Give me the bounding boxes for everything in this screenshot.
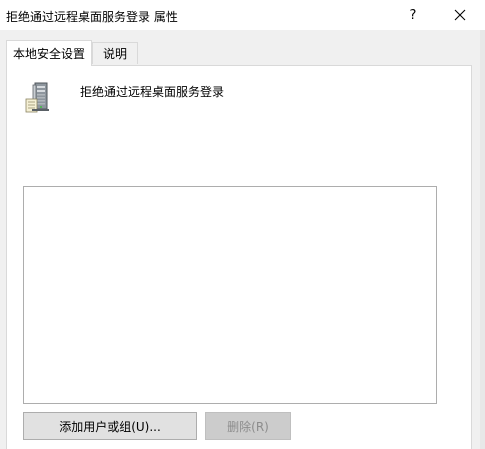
- close-button[interactable]: [440, 0, 480, 30]
- members-listbox[interactable]: [23, 186, 437, 404]
- tab-panel-local-security-setting: 拒绝通过远程桌面服务登录 添加用户或组(U)... 删除(R): [6, 65, 472, 449]
- title-bar[interactable]: 拒绝通过远程桌面服务登录 属性 ?: [0, 0, 485, 30]
- close-icon: [454, 9, 466, 21]
- add-user-or-group-button[interactable]: 添加用户或组(U)...: [23, 412, 197, 440]
- help-button[interactable]: ?: [396, 0, 430, 30]
- remove-button[interactable]: 删除(R): [205, 412, 291, 440]
- tab-explain[interactable]: 说明: [92, 42, 138, 64]
- tab-local-security-setting[interactable]: 本地安全设置: [6, 40, 92, 66]
- properties-dialog: 拒绝通过远程桌面服务登录 属性 ? 本地安全设置 说明 拒绝通过远程桌面服务登录…: [0, 0, 485, 449]
- window-title: 拒绝通过远程桌面服务登录 属性: [6, 10, 178, 24]
- server-icon: [22, 80, 58, 116]
- policy-name: 拒绝通过远程桌面服务登录: [80, 85, 225, 99]
- window-edge: [480, 30, 485, 449]
